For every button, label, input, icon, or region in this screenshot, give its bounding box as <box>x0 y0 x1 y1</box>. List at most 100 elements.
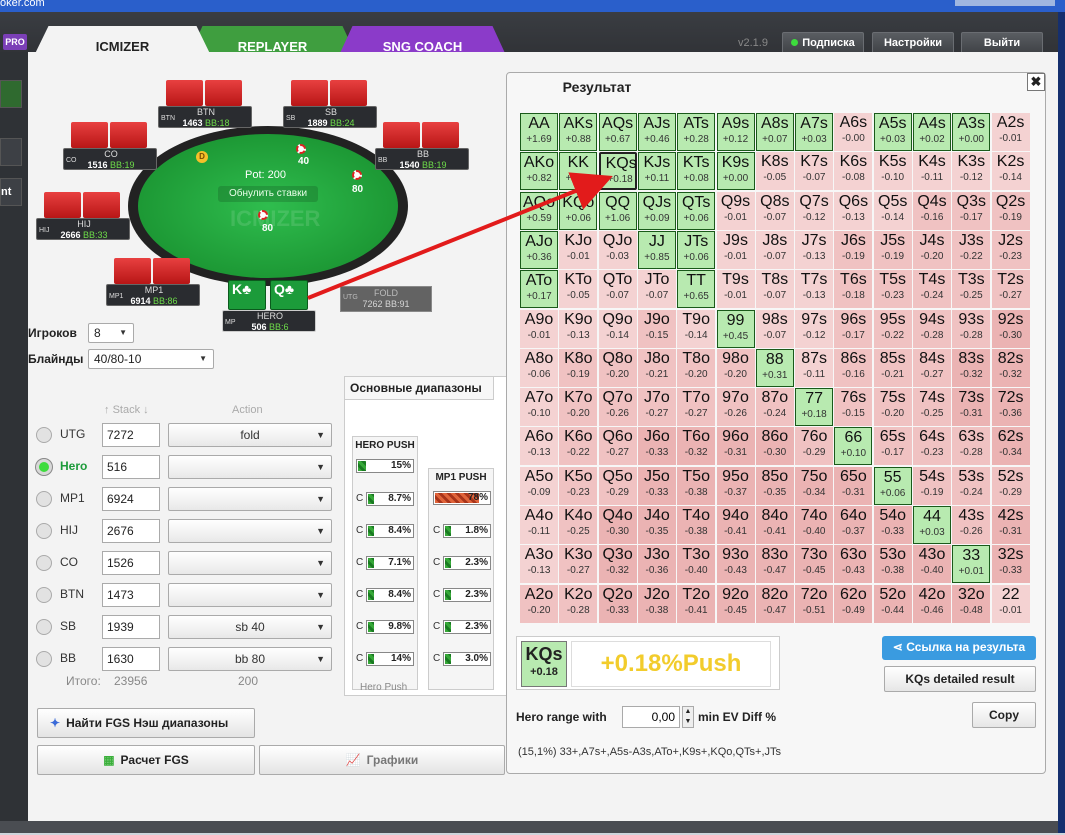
stack-input[interactable]: 1473 <box>102 583 160 607</box>
position-radio[interactable] <box>36 555 52 571</box>
position-radio[interactable] <box>36 459 52 475</box>
range-bar[interactable]: 9.8% <box>366 620 414 634</box>
hand-cell[interactable]: JTo -0.07 <box>637 270 676 309</box>
seat-co[interactable]: CO CO 1516 BB:19 <box>63 122 157 170</box>
hand-cell[interactable]: 94o -0.41 <box>716 506 755 544</box>
action-select[interactable]: ▼ <box>168 455 332 479</box>
stack-header[interactable]: ↑ Stack ↓ <box>104 404 149 416</box>
copy-button[interactable]: Copy <box>972 702 1036 728</box>
hand-cell[interactable]: T7s -0.13 <box>795 270 834 309</box>
hand-cell[interactable]: Q5o -0.29 <box>598 466 637 505</box>
hand-cell[interactable]: KQs +0.18 <box>598 152 637 191</box>
hand-cell[interactable]: 32s -0.33 <box>991 545 1030 584</box>
hand-cell[interactable]: 52s -0.29 <box>991 466 1030 505</box>
hand-cell[interactable]: 76s -0.15 <box>834 388 873 427</box>
hand-cell[interactable]: J9o -0.15 <box>637 309 676 348</box>
range-bar[interactable]: 2.3% <box>443 588 491 602</box>
detailed-result-button[interactable]: KQs detailed result <box>884 666 1036 692</box>
range-bar[interactable]: 3.0% <box>443 652 491 666</box>
hand-cell[interactable]: T8o -0.20 <box>677 348 716 387</box>
seat-sb[interactable]: SB SB 1889 BB:24 <box>283 80 377 128</box>
graphs-button[interactable]: 📈 Графики <box>259 745 505 775</box>
action-select[interactable]: ▼ <box>168 551 332 575</box>
left-sidebar-item[interactable]: nt <box>0 178 22 206</box>
left-sidebar-button[interactable] <box>0 138 22 166</box>
hand-cell[interactable]: T6s -0.18 <box>834 270 873 309</box>
hand-cell[interactable]: AJo +0.36 <box>520 230 558 269</box>
hand-cell[interactable]: J4s -0.20 <box>913 230 951 269</box>
logout-button[interactable]: Выйти <box>961 32 1043 54</box>
stack-input[interactable]: 2676 <box>102 519 160 543</box>
hand-cell[interactable]: QTs +0.06 <box>677 191 716 230</box>
hand-cell[interactable]: T3s -0.25 <box>952 270 991 309</box>
range-bar[interactable]: 15% <box>356 459 414 473</box>
hand-cell[interactable]: T8s -0.07 <box>755 270 794 309</box>
hand-cell[interactable]: J6o -0.33 <box>637 427 676 466</box>
hand-cell[interactable]: 93s -0.28 <box>952 309 991 348</box>
hand-cell[interactable]: 44 +0.03 <box>913 506 951 544</box>
action-select[interactable]: bb 80 ▼ <box>168 647 332 671</box>
action-select[interactable]: sb 40 ▼ <box>168 615 332 639</box>
hand-cell[interactable]: A7o -0.10 <box>520 388 558 427</box>
range-bar[interactable]: 8.4% <box>366 588 414 602</box>
hand-cell[interactable]: J5s -0.19 <box>873 230 912 269</box>
hand-cell[interactable]: JJ +0.85 <box>637 230 676 269</box>
hand-cell[interactable]: K2o -0.28 <box>559 584 598 623</box>
hand-cell[interactable]: 94s -0.28 <box>913 309 951 348</box>
hand-cell[interactable]: Q3s -0.17 <box>952 191 991 230</box>
action-select[interactable]: ▼ <box>168 487 332 511</box>
hand-cell[interactable]: 32o -0.48 <box>952 584 991 623</box>
stack-input[interactable]: 1526 <box>102 551 160 575</box>
range-bar[interactable]: 78% <box>433 491 491 505</box>
range-bar[interactable]: 8.4% <box>366 524 414 538</box>
hand-cell[interactable]: T2s -0.27 <box>991 270 1030 309</box>
hand-cell[interactable]: JTs +0.06 <box>677 230 716 269</box>
close-icon[interactable]: ✖ <box>1027 73 1045 91</box>
hand-cell[interactable]: 73o -0.45 <box>795 545 834 584</box>
hand-cell[interactable]: J3s -0.22 <box>952 230 991 269</box>
hand-cell[interactable]: K4s -0.11 <box>913 152 951 191</box>
hand-cell[interactable]: 62s -0.34 <box>991 427 1030 466</box>
hand-cell[interactable]: 97o -0.26 <box>716 388 755 427</box>
hand-cell[interactable]: 63s -0.28 <box>952 427 991 466</box>
hand-cell[interactable]: 83s -0.32 <box>952 348 991 387</box>
hand-cell[interactable]: QQ +1.06 <box>598 191 637 230</box>
settings-button[interactable]: Настройки <box>872 32 954 54</box>
hand-cell[interactable]: A2o -0.20 <box>520 584 558 623</box>
stack-input[interactable]: 516 <box>102 455 160 479</box>
share-link-button[interactable]: ⋖ Ссылка на результа <box>882 636 1036 660</box>
hand-cell[interactable]: 84s -0.27 <box>913 348 951 387</box>
hand-cell[interactable]: K5o -0.23 <box>559 466 598 505</box>
hand-cell[interactable]: T7o -0.27 <box>677 388 716 427</box>
range-bar[interactable]: 8.7% <box>366 492 414 506</box>
stack-input[interactable]: 1939 <box>102 615 160 639</box>
hand-cell[interactable]: 53s -0.24 <box>952 466 991 505</box>
hand-cell[interactable]: Q5s -0.14 <box>873 191 912 230</box>
hand-cell[interactable]: A5o -0.09 <box>520 466 558 505</box>
hand-cell[interactable]: 97s -0.12 <box>795 309 834 348</box>
hand-cell[interactable]: QJs +0.09 <box>637 191 676 230</box>
range-bar[interactable]: 2.3% <box>443 620 491 634</box>
hand-cell[interactable]: K6o -0.22 <box>559 427 598 466</box>
hand-cell[interactable]: 95o -0.37 <box>716 466 755 505</box>
hand-cell[interactable]: KJo -0.01 <box>559 230 598 269</box>
hand-cell[interactable]: 76o -0.29 <box>795 427 834 466</box>
action-select[interactable]: fold ▼ <box>168 423 332 447</box>
hand-cell[interactable]: AJs +0.46 <box>637 113 676 151</box>
hand-cell[interactable]: T5o -0.38 <box>677 466 716 505</box>
hand-cell[interactable]: KTs +0.08 <box>677 152 716 191</box>
hand-cell[interactable]: ATo +0.17 <box>520 270 558 309</box>
hand-cell[interactable]: A7s +0.03 <box>795 113 834 151</box>
hand-cell[interactable]: T4s -0.24 <box>913 270 951 309</box>
hand-cell[interactable]: A9o -0.01 <box>520 309 558 348</box>
hand-cell[interactable]: 95s -0.22 <box>873 309 912 348</box>
hand-cell[interactable]: 83o -0.47 <box>755 545 794 584</box>
hand-cell[interactable]: KJs +0.11 <box>637 152 676 191</box>
hand-cell[interactable]: A8s +0.07 <box>755 113 794 151</box>
hand-cell[interactable]: 22 -0.01 <box>991 584 1030 623</box>
hand-cell[interactable]: AA +1.69 <box>520 113 558 151</box>
min-ev-input[interactable] <box>622 706 680 728</box>
hand-cell[interactable]: 54s -0.19 <box>913 466 951 505</box>
hand-cell[interactable]: 93o -0.43 <box>716 545 755 584</box>
hand-cell[interactable]: 64o -0.37 <box>834 506 873 544</box>
